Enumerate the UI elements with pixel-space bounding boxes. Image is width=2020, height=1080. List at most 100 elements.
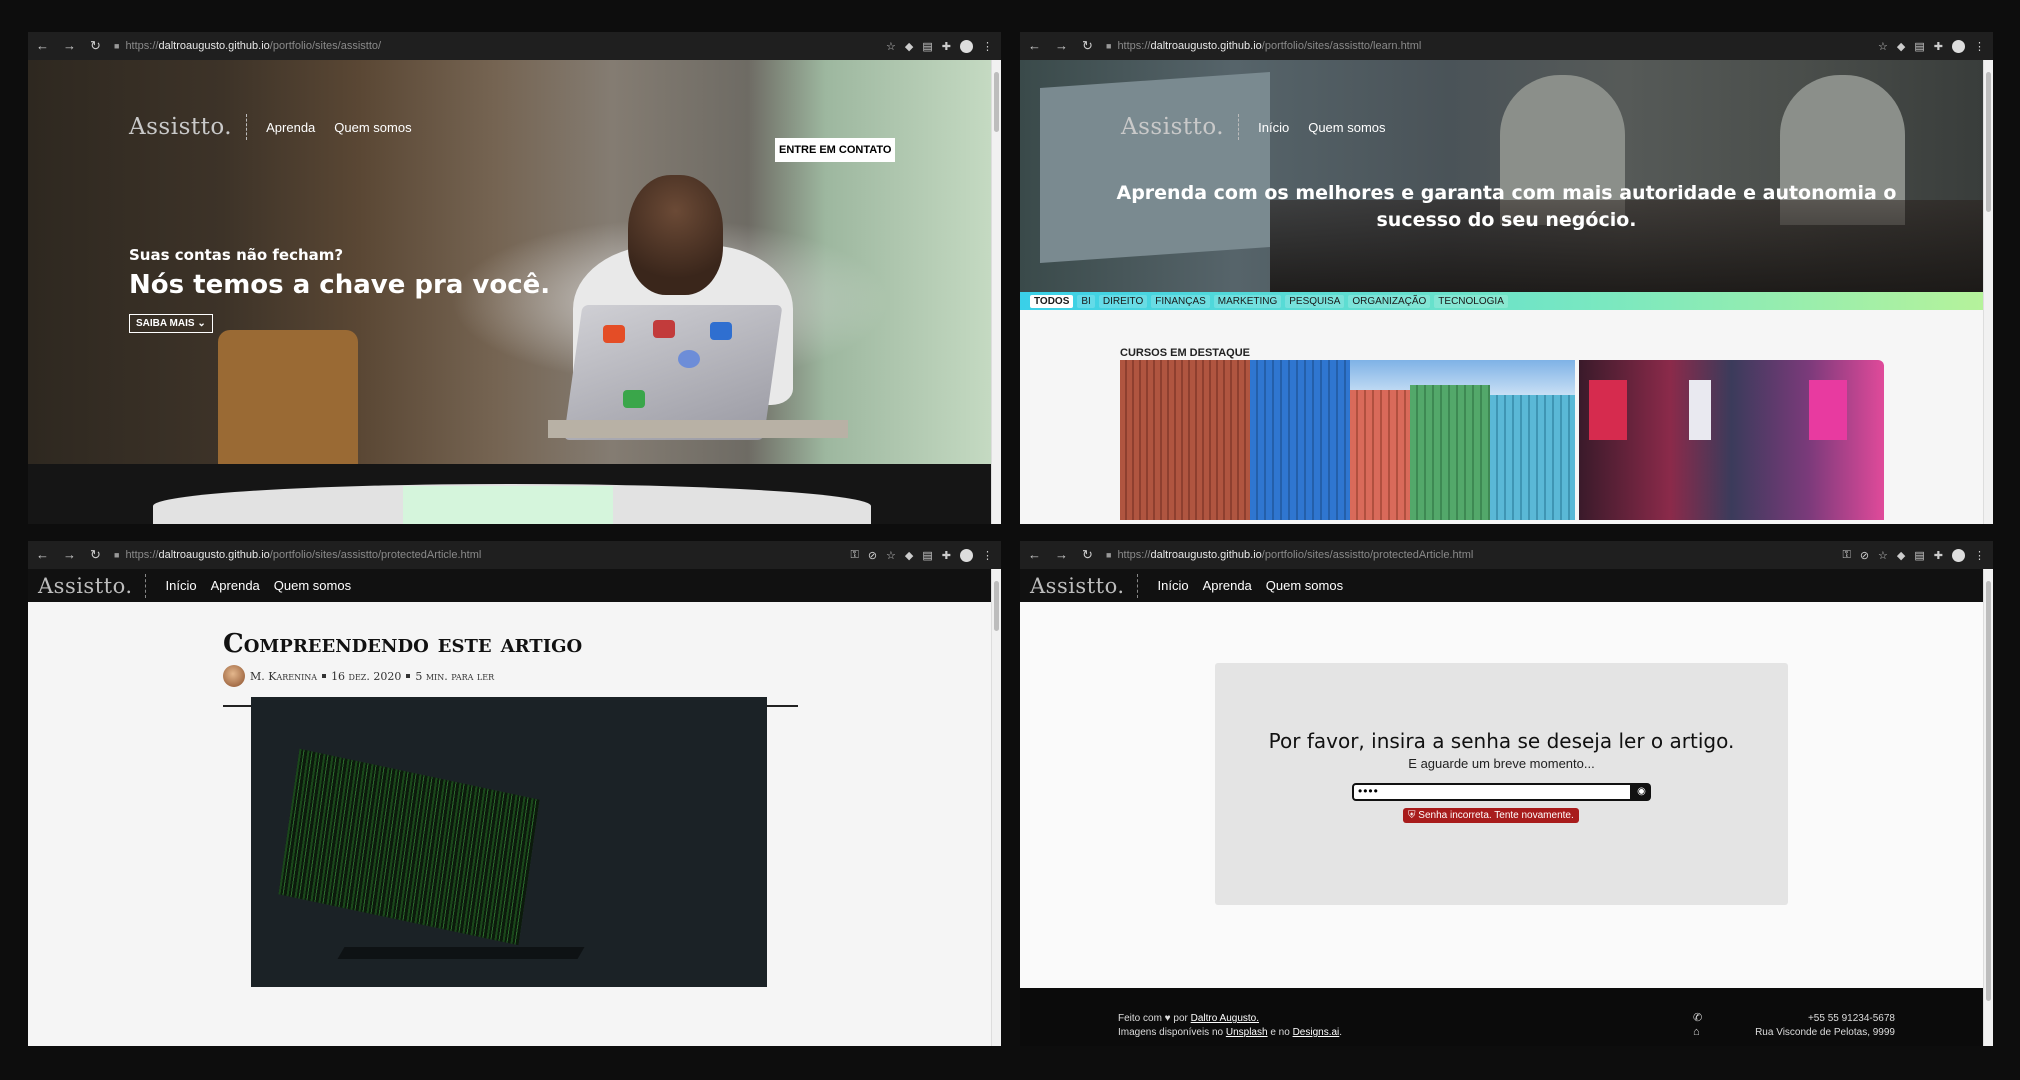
scrollbar[interactable] (1983, 60, 1993, 524)
shield-extension-icon[interactable]: ◆ (905, 40, 913, 53)
contact-button[interactable]: ENTRE EM CONTATO (775, 138, 896, 162)
forward-icon[interactable]: → (1055, 38, 1068, 54)
back-icon[interactable]: ← (36, 38, 49, 54)
eye-off-icon[interactable]: ⊘ (1860, 549, 1869, 562)
reload-icon[interactable]: ↻ (90, 547, 101, 563)
footer-contact: +55 55 91234-5678 Rua Visconde de Pelota… (1755, 1012, 1895, 1040)
unsplash-link[interactable]: Unsplash (1226, 1027, 1268, 1038)
category-pesquisa[interactable]: PESQUISA (1285, 294, 1345, 308)
address-bar[interactable]: ■ https://daltroaugusto.github.io/portfol… (1106, 40, 1878, 52)
back-icon[interactable]: ← (36, 547, 49, 563)
article-image (251, 697, 767, 987)
article-header: Compreendendo este artigo M. Karenina 16… (223, 629, 798, 707)
browser-menu-icon[interactable]: ⋮ (1974, 40, 1985, 53)
course-card[interactable] (1579, 360, 1884, 520)
phone-number: +55 55 91234-5678 (1807, 1013, 1895, 1024)
site-logo[interactable]: Assistto. (129, 114, 248, 140)
back-icon[interactable]: ← (1028, 547, 1041, 563)
nav-link-quem-somos[interactable]: Quem somos (334, 120, 411, 135)
profile-avatar-icon[interactable] (960, 548, 973, 562)
document-extension-icon[interactable]: ▤ (1914, 40, 1924, 53)
profile-avatar-icon[interactable] (960, 39, 973, 53)
shield-extension-icon[interactable]: ◆ (1897, 40, 1905, 53)
category-bi[interactable]: BI (1077, 294, 1095, 308)
shield-extension-icon[interactable]: ◆ (905, 549, 913, 562)
extensions-puzzle-icon[interactable]: ✚ (942, 40, 951, 53)
designs-ai-link[interactable]: Designs.ai (1293, 1027, 1340, 1038)
forward-icon[interactable]: → (63, 38, 76, 54)
hero-headline: Aprenda com os melhores e garanta com ma… (1116, 182, 1897, 231)
nav-link-inicio[interactable]: Início (1158, 578, 1189, 593)
site-nav: Assistto. Aprenda Quem somos (129, 114, 412, 140)
nav-link-aprenda[interactable]: Aprenda (1203, 578, 1252, 593)
address-bar[interactable]: ■ https://daltroaugusto.github.io/portfol… (1106, 549, 1842, 561)
reload-icon[interactable]: ↻ (1082, 547, 1093, 563)
browser-menu-icon[interactable]: ⋮ (1974, 549, 1985, 562)
extensions-puzzle-icon[interactable]: ✚ (942, 549, 951, 562)
nav-link-aprenda[interactable]: Aprenda (211, 578, 260, 593)
course-card[interactable] (1120, 360, 1575, 520)
bookmark-star-icon[interactable]: ☆ (1878, 549, 1888, 562)
nav-link-quem-somos[interactable]: Quem somos (274, 578, 351, 593)
scrollbar[interactable] (1983, 569, 1993, 1046)
category-organizacao[interactable]: ORGANIZAÇÃO (1348, 294, 1431, 308)
address: Rua Visconde de Pelotas, 9999 (1755, 1027, 1895, 1038)
address-bar[interactable]: ■ https://daltroaugusto.github.io/portfol… (114, 40, 886, 52)
extensions-puzzle-icon[interactable]: ✚ (1934, 549, 1943, 562)
scrollbar[interactable] (991, 569, 1001, 1046)
hero-title: Nós temos a chave pra você. (129, 270, 551, 300)
profile-avatar-icon[interactable] (1952, 548, 1965, 562)
profile-avatar-icon[interactable] (1952, 39, 1965, 53)
nav-link-quem-somos[interactable]: Quem somos (1308, 120, 1385, 135)
key-icon[interactable]: ⚿ (1842, 549, 1850, 562)
site-logo[interactable]: Assistto. (1030, 573, 1138, 598)
nav-link-quem-somos[interactable]: Quem somos (1266, 578, 1343, 593)
category-direito[interactable]: DIREITO (1098, 294, 1148, 308)
nav-link-inicio[interactable]: Início (166, 578, 197, 593)
address-bar[interactable]: ■ https://daltroaugusto.github.io/portfol… (114, 549, 850, 561)
category-tecnologia[interactable]: TECNOLOGIA (1434, 294, 1508, 308)
dialog-title: Por favor, insira a senha se deseja ler … (1268, 729, 1735, 753)
document-extension-icon[interactable]: ▤ (922, 549, 932, 562)
learn-more-button[interactable]: SAIBA MAIS ⌄ (129, 314, 213, 333)
bookmark-star-icon[interactable]: ☆ (1878, 40, 1888, 53)
site-nav: Assistto. Início Aprenda Quem somos (28, 569, 1001, 602)
back-icon[interactable]: ← (1028, 38, 1041, 54)
extensions-puzzle-icon[interactable]: ✚ (1934, 40, 1943, 53)
phone-icon: ✆ (1693, 1012, 1703, 1024)
forward-icon[interactable]: → (63, 547, 76, 563)
key-icon[interactable]: ⚿ (850, 549, 858, 562)
document-extension-icon[interactable]: ▤ (922, 40, 932, 53)
separator-dot (406, 674, 411, 678)
browser-window-article: ← → ↻ ■ https://daltroaugusto.github.io/p… (28, 541, 1001, 1046)
article-meta: M. Karenina 16 dez. 2020 5 min. para ler (223, 665, 798, 687)
browser-menu-icon[interactable]: ⋮ (982, 549, 993, 562)
toggle-visibility-icon[interactable]: ◉ (1632, 783, 1651, 801)
nav-link-inicio[interactable]: Início (1258, 120, 1289, 135)
password-input[interactable]: •••• (1352, 783, 1632, 801)
shield-extension-icon[interactable]: ◆ (1897, 549, 1905, 562)
author-link[interactable]: Daltro Augusto. (1191, 1013, 1259, 1024)
footer-icons: ✆ ⌂ (1693, 1011, 1702, 1039)
category-todos[interactable]: TODOS (1030, 294, 1074, 308)
browser-toolbar: ← → ↻ ■ https://daltroaugusto.github.io/p… (28, 32, 1001, 60)
author-name: M. Karenina (250, 669, 318, 683)
browser-window-learn: ← → ↻ ■ https://daltroaugusto.github.io/p… (1020, 32, 1993, 524)
error-message: ⛨ Senha incorreta. Tente novamente. (1403, 808, 1579, 823)
article-title: Compreendendo este artigo (223, 629, 583, 659)
site-logo[interactable]: Assistto. (38, 573, 146, 598)
bookmark-star-icon[interactable]: ☆ (886, 549, 896, 562)
nav-link-aprenda[interactable]: Aprenda (266, 120, 315, 135)
scrollbar[interactable] (991, 60, 1001, 524)
category-marketing[interactable]: MARKETING (1213, 294, 1282, 308)
reload-icon[interactable]: ↻ (1082, 38, 1093, 54)
eye-off-icon[interactable]: ⊘ (868, 549, 877, 562)
browser-menu-icon[interactable]: ⋮ (982, 40, 993, 53)
category-financas[interactable]: FINANÇAS (1151, 294, 1210, 308)
forward-icon[interactable]: → (1055, 547, 1068, 563)
site-logo[interactable]: Assistto. (1121, 114, 1240, 140)
reload-icon[interactable]: ↻ (90, 38, 101, 54)
document-extension-icon[interactable]: ▤ (1914, 549, 1924, 562)
lock-icon: ■ (1106, 41, 1112, 51)
bookmark-star-icon[interactable]: ☆ (886, 40, 896, 53)
